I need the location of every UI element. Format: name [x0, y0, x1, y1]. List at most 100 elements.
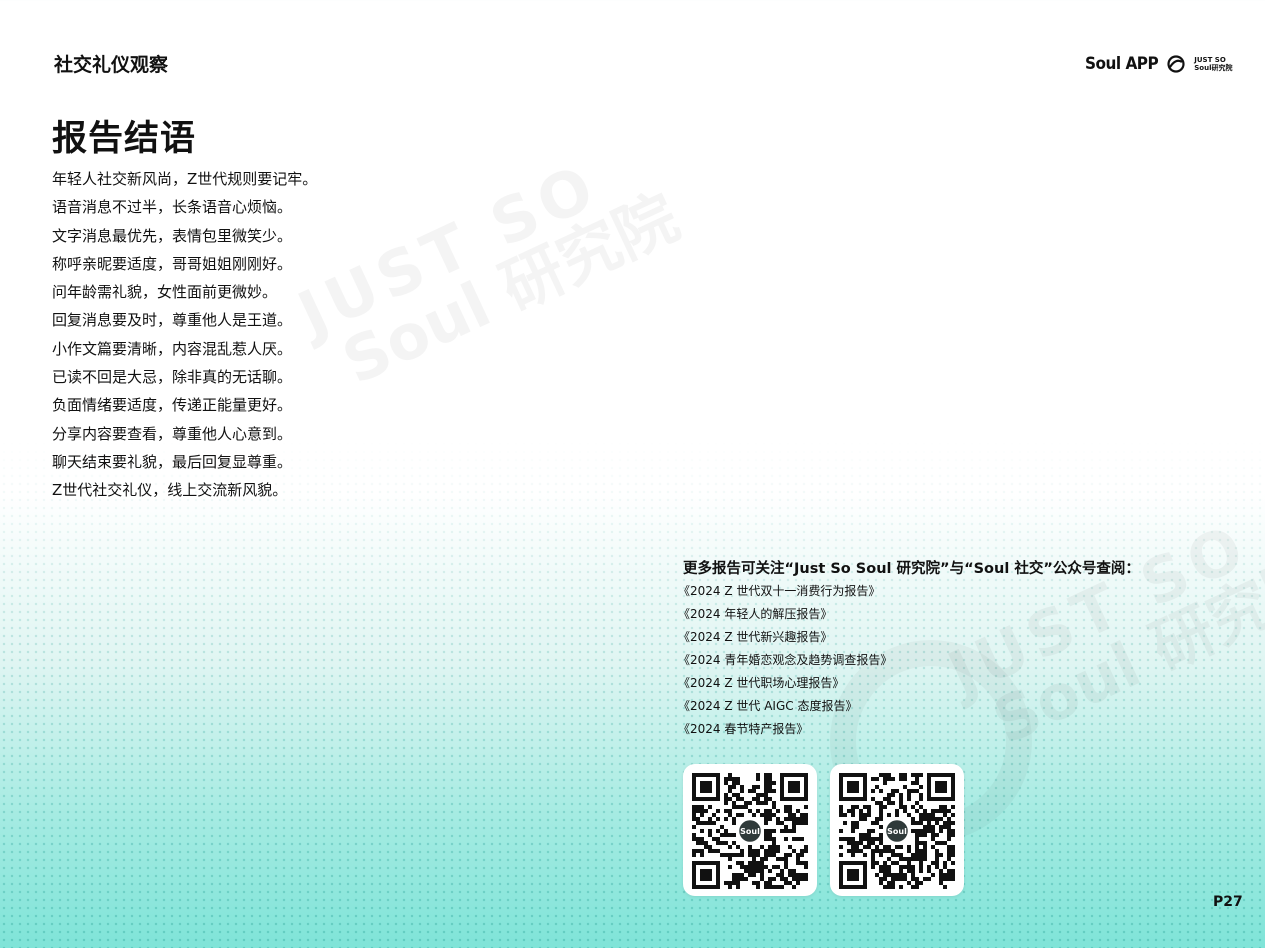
qr-module: [692, 817, 696, 821]
qr-module: [756, 849, 760, 853]
qr-module: [764, 789, 768, 793]
qr-module: [931, 817, 935, 821]
qr-module: [855, 841, 859, 845]
qr-module: [887, 813, 891, 817]
qr-module: [919, 861, 923, 865]
qr-module: [756, 881, 760, 885]
qr-module: [883, 877, 887, 881]
qr-module: [899, 865, 903, 869]
qr-module: [927, 817, 931, 821]
qr-module: [804, 861, 808, 865]
qr-module: [696, 837, 700, 841]
qr-module: [947, 845, 951, 849]
qr-code-just-so-soul[interactable]: Soul: [683, 764, 817, 896]
brand-logo-text: Soul APP: [1085, 54, 1159, 74]
qr-module: [931, 861, 935, 865]
qr-module: [915, 773, 919, 777]
qr-module: [911, 857, 915, 861]
qr-module: [943, 809, 947, 813]
qr-module: [764, 817, 768, 821]
qr-module: [724, 817, 728, 821]
qr-module: [796, 873, 800, 877]
qr-module: [879, 813, 883, 817]
conclusion-line: 已读不回是大忌，除非真的无话聊。: [52, 368, 293, 387]
qr-module: [915, 841, 919, 845]
qr-module: [899, 873, 903, 877]
qr-module: [923, 845, 927, 849]
qr-module: [776, 809, 780, 813]
qr-module: [788, 829, 792, 833]
qr-module: [704, 809, 708, 813]
qr-module: [764, 865, 768, 869]
qr-module: [732, 817, 736, 821]
qr-module: [772, 829, 776, 833]
qr-module: [859, 809, 863, 813]
qr-module: [772, 885, 776, 889]
qr-center-label: Soul: [887, 827, 907, 836]
qr-module: [736, 813, 740, 817]
qr-module: [939, 881, 943, 885]
brand-sub-line2: Soul研究院: [1194, 64, 1233, 72]
qr-module: [943, 861, 947, 865]
qr-module: [871, 861, 875, 865]
qr-module: [871, 789, 875, 793]
qr-module: [696, 841, 700, 845]
qr-module: [752, 857, 756, 861]
qr-module: [752, 849, 756, 853]
qr-module: [784, 881, 788, 885]
qr-module: [951, 821, 955, 825]
qr-module: [951, 833, 955, 837]
qr-module: [764, 881, 768, 885]
qr-module: [724, 829, 728, 833]
dot-pattern-background: [0, 440, 1265, 948]
qr-module: [871, 849, 875, 853]
qr-module: [851, 841, 855, 845]
qr-module: [847, 809, 851, 813]
qr-module: [756, 793, 760, 797]
qr-module: [879, 853, 883, 857]
qr-module: [728, 865, 732, 869]
qr-module: [740, 805, 744, 809]
qr-module: [780, 877, 784, 881]
qr-code-soul-social[interactable]: Soul: [830, 764, 964, 896]
qr-module: [732, 833, 736, 837]
qr-module: [700, 837, 704, 841]
report-list-item: 《2024 Z 世代 AIGC 态度报告》: [678, 699, 858, 713]
qr-module: [748, 861, 752, 865]
qr-module: [792, 837, 796, 841]
qr-module: [839, 829, 843, 833]
qr-module: [947, 849, 951, 853]
qr-module: [863, 817, 867, 821]
qr-module: [911, 817, 915, 821]
qr-module: [692, 825, 696, 829]
qr-module: [879, 841, 883, 845]
qr-module: [768, 829, 772, 833]
qr-module: [724, 841, 728, 845]
qr-module: [851, 813, 855, 817]
qr-module: [851, 825, 855, 829]
qr-module: [903, 805, 907, 809]
qr-module: [728, 885, 732, 889]
conclusion-line: 称呼亲昵要适度，哥哥姐姐刚刚好。: [52, 254, 293, 273]
qr-module: [891, 873, 895, 877]
report-list-item: 《2024 Z 世代双十一消费行为报告》: [678, 584, 881, 598]
qr-module: [792, 821, 796, 825]
qr-module: [732, 781, 736, 785]
qr-module: [907, 797, 911, 801]
qr-module: [871, 829, 875, 833]
qr-module: [951, 861, 955, 865]
qr-module: [720, 833, 724, 837]
qr-module: [903, 865, 907, 869]
qr-module: [736, 885, 740, 889]
qr-module: [728, 833, 732, 837]
qr-module: [764, 885, 768, 889]
watermark-line2: Soul 研究院: [332, 180, 689, 398]
qr-module: [943, 865, 947, 869]
qr-finder-pattern: [927, 773, 955, 801]
qr-module: [899, 801, 903, 805]
qr-module: [692, 805, 696, 809]
qr-module: [768, 781, 772, 785]
qr-module: [756, 865, 760, 869]
qr-module: [788, 813, 792, 817]
qr-module: [800, 849, 804, 853]
